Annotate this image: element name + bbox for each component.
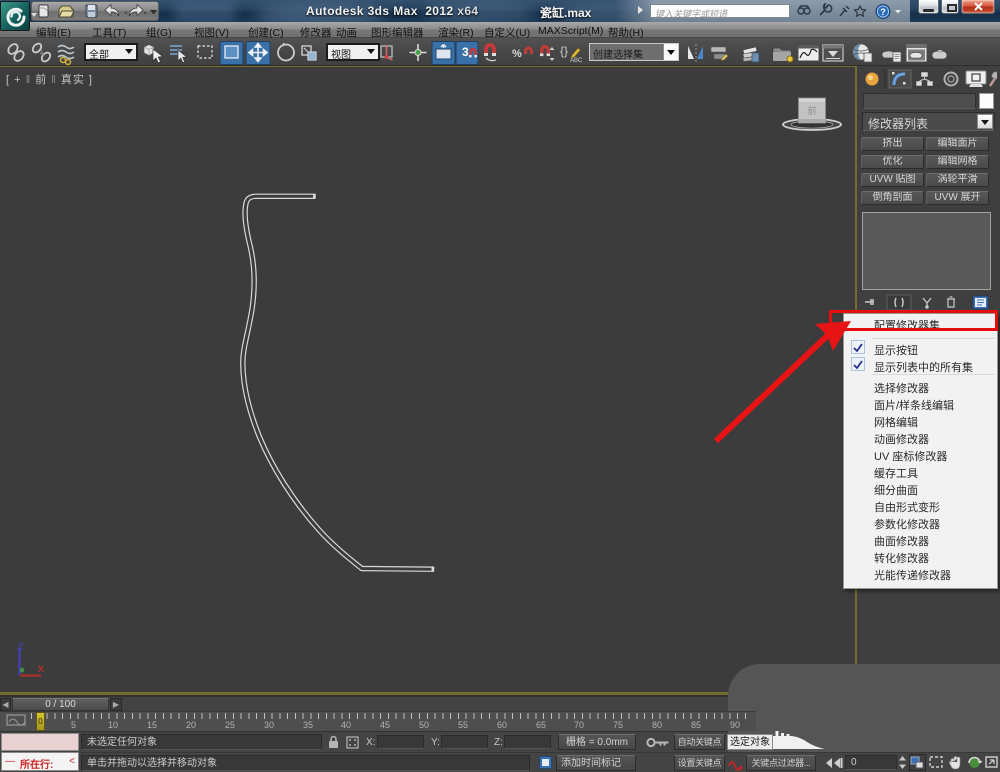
svg-text:?: ? xyxy=(880,7,886,17)
svg-text:Z: Z xyxy=(18,642,23,651)
svg-text:%: % xyxy=(512,48,522,60)
svg-text:ABC: ABC xyxy=(570,58,583,64)
svg-text:X: X xyxy=(38,664,44,674)
svg-text:前: 前 xyxy=(807,105,816,116)
svg-text:{}: {} xyxy=(560,44,568,58)
svg-text:3: 3 xyxy=(462,45,469,59)
